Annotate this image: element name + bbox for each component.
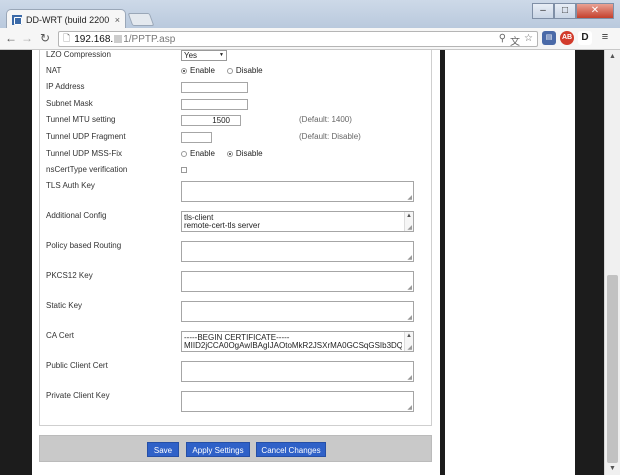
extension-d-icon[interactable]: D bbox=[578, 31, 592, 45]
subnet-mask-input[interactable] bbox=[181, 99, 248, 110]
cancel-changes-button[interactable]: Cancel Changes bbox=[256, 442, 326, 457]
url-path: 1/PPTP.asp bbox=[123, 33, 176, 45]
address-bar[interactable]: 🗋 192.168. 1/PPTP.asp ⚲ 文 ☆ bbox=[58, 31, 538, 48]
page-viewport: LZO Compression Yes NAT Enable Disable I… bbox=[0, 50, 604, 475]
static-key-label: Static Key bbox=[46, 301, 83, 310]
tls-auth-key-textarea[interactable]: ◢ bbox=[181, 181, 414, 202]
subnet-mask-label: Subnet Mask bbox=[46, 99, 93, 108]
scroll-down-icon[interactable]: ▼ bbox=[609, 465, 616, 472]
page-scrollbar[interactable]: ▲ ▼ bbox=[604, 50, 620, 475]
close-window-button[interactable]: ✕ bbox=[576, 3, 614, 19]
window-controls: – □ ✕ bbox=[532, 3, 614, 19]
scrollbar-thumb[interactable] bbox=[607, 275, 618, 463]
tab-close-icon[interactable]: × bbox=[115, 15, 120, 25]
tls-auth-key-label: TLS Auth Key bbox=[46, 181, 95, 190]
resize-grip-icon[interactable]: ◢ bbox=[407, 405, 412, 411]
additional-config-textarea[interactable]: tls-client remote-cert-tls server ▲ ◢ bbox=[181, 211, 414, 232]
static-key-textarea[interactable]: ◢ bbox=[181, 301, 414, 322]
resize-grip-icon[interactable]: ◢ bbox=[407, 225, 412, 231]
nat-disable-radio[interactable] bbox=[226, 67, 233, 74]
nat-enable-radio[interactable] bbox=[181, 67, 187, 74]
resize-grip-icon[interactable]: ◢ bbox=[407, 375, 412, 381]
menu-icon[interactable]: ≡ bbox=[598, 31, 612, 45]
adblock-icon[interactable]: AB bbox=[560, 31, 574, 45]
extension-icon[interactable]: ▤ bbox=[542, 31, 556, 45]
bookmark-star-icon[interactable]: ☆ bbox=[524, 33, 533, 48]
pkcs12-key-label: PKCS12 Key bbox=[46, 271, 93, 280]
scroll-up-icon[interactable]: ▲ bbox=[406, 332, 412, 340]
nscerttype-checkbox[interactable] bbox=[181, 167, 187, 173]
public-client-cert-label: Public Client Cert bbox=[46, 361, 108, 370]
private-client-key-label: Private Client Key bbox=[46, 391, 110, 400]
scroll-up-icon[interactable]: ▲ bbox=[609, 53, 616, 60]
public-client-cert-textarea[interactable]: ◢ bbox=[181, 361, 414, 382]
mssfix-enable-radio[interactable] bbox=[181, 150, 187, 157]
tab-title: DD-WRT (build 2200 bbox=[26, 14, 110, 25]
resize-grip-icon[interactable]: ◢ bbox=[407, 195, 412, 201]
ip-address-label: IP Address bbox=[46, 82, 85, 91]
maximize-button[interactable]: □ bbox=[554, 3, 576, 19]
mssfix-disable-label: Disable bbox=[235, 149, 263, 158]
redacted-ip-block bbox=[114, 35, 123, 43]
main-content: LZO Compression Yes NAT Enable Disable I… bbox=[32, 50, 440, 475]
help-side-panel bbox=[445, 50, 575, 475]
resize-grip-icon[interactable]: ◢ bbox=[407, 255, 412, 261]
apply-settings-button[interactable]: Apply Settings bbox=[186, 442, 250, 457]
nat-label: NAT bbox=[46, 66, 62, 75]
browser-tab[interactable]: DD-WRT (build 2200 × bbox=[6, 9, 126, 29]
scroll-up-icon[interactable]: ▲ bbox=[406, 212, 412, 220]
mssfix-enable-label: Enable bbox=[190, 149, 215, 158]
nat-disable-label: Disable bbox=[235, 66, 263, 75]
mssfix-radio-group: Enable Disable bbox=[181, 149, 263, 158]
resize-grip-icon[interactable]: ◢ bbox=[407, 315, 412, 321]
tunnel-udp-fragment-default-hint: (Default: Disable) bbox=[299, 132, 361, 141]
back-arrow-icon[interactable]: ← bbox=[4, 31, 18, 45]
browser-toolbar: ← → ↻ 🗋 192.168. 1/PPTP.asp ⚲ 文 ☆ ▤ AB D… bbox=[0, 28, 620, 50]
new-tab-button[interactable] bbox=[127, 13, 155, 26]
tunnel-mtu-label: Tunnel MTU setting bbox=[46, 115, 116, 124]
url-host: 192.168. bbox=[74, 33, 114, 45]
translate-icon[interactable]: 文 bbox=[510, 33, 520, 48]
ca-cert-label: CA Cert bbox=[46, 331, 75, 340]
policy-routing-textarea[interactable]: ◢ bbox=[181, 241, 414, 262]
ca-cert-textarea[interactable]: -----BEGIN CERTIFICATE----- MIID2jCCA0Og… bbox=[181, 331, 414, 352]
form-button-bar: Save Apply Settings Cancel Changes bbox=[39, 435, 432, 462]
textarea-line: -----BEGIN CERTIFICATE----- bbox=[184, 334, 290, 342]
page-icon: 🗋 bbox=[63, 33, 71, 43]
mssfix-disable-radio[interactable] bbox=[226, 150, 233, 157]
nat-enable-label: Enable bbox=[190, 66, 215, 75]
textarea-line: remote-cert-tls server bbox=[184, 222, 261, 230]
additional-config-label: Additional Config bbox=[46, 211, 107, 220]
pkcs12-key-textarea[interactable]: ◢ bbox=[181, 271, 414, 292]
search-icon[interactable]: ⚲ bbox=[499, 33, 506, 48]
resize-grip-icon[interactable]: ◢ bbox=[407, 345, 412, 351]
minimize-button[interactable]: – bbox=[532, 3, 554, 19]
policy-routing-label: Policy based Routing bbox=[46, 241, 122, 250]
tunnel-mtu-input[interactable]: 1500 bbox=[181, 115, 241, 126]
tunnel-mtu-default-hint: (Default: 1400) bbox=[299, 115, 352, 124]
lzo-label: LZO Compression bbox=[46, 50, 111, 59]
nscerttype-label: nsCertType verification bbox=[46, 165, 128, 174]
private-client-key-textarea[interactable]: ◢ bbox=[181, 391, 414, 412]
vpn-settings-form: LZO Compression Yes NAT Enable Disable I… bbox=[39, 50, 432, 426]
resize-grip-icon[interactable]: ◢ bbox=[407, 285, 412, 291]
nat-radio-group: Enable Disable bbox=[181, 66, 263, 75]
tunnel-udp-mssfix-label: Tunnel UDP MSS-Fix bbox=[46, 149, 123, 158]
background-window-title bbox=[200, 6, 450, 18]
window-titlebar: DD-WRT (build 2200 × – □ ✕ bbox=[0, 0, 620, 29]
forward-arrow-icon[interactable]: → bbox=[20, 31, 34, 45]
lzo-compression-select[interactable]: Yes bbox=[181, 50, 227, 61]
reload-icon[interactable]: ↻ bbox=[38, 31, 52, 45]
router-favicon-icon bbox=[12, 14, 22, 25]
ip-address-input[interactable] bbox=[181, 82, 248, 93]
tunnel-udp-fragment-input[interactable] bbox=[181, 132, 212, 143]
save-button[interactable]: Save bbox=[147, 442, 179, 457]
textarea-line: MIID2jCCA0OgAwIBAgIJAOtoMkR2JSXrMA0GCSqG… bbox=[184, 342, 402, 350]
textarea-line: tls-client bbox=[184, 214, 214, 222]
tunnel-udp-fragment-label: Tunnel UDP Fragment bbox=[46, 132, 126, 141]
